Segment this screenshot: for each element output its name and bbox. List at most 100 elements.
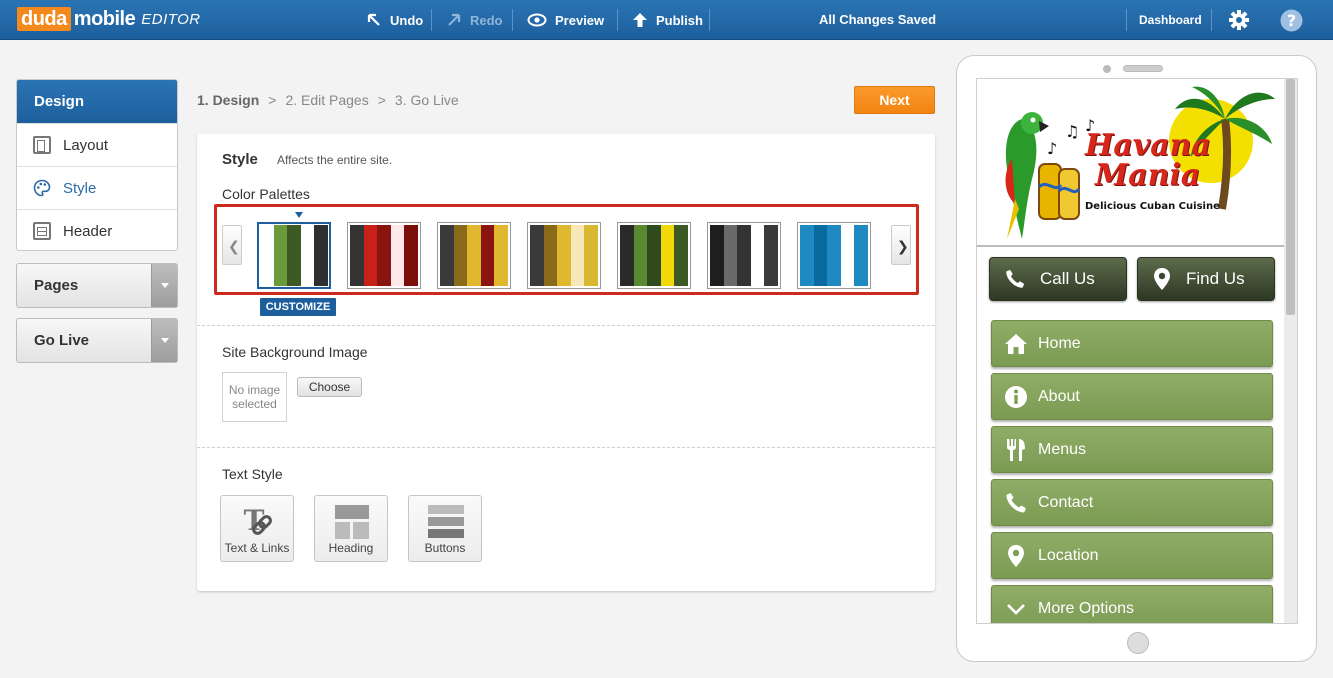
color-palette-swatch[interactable] [797, 222, 871, 289]
header-icon [33, 222, 51, 240]
design-panel: Design Layout Style Header [16, 79, 178, 251]
nav-location[interactable]: Location [991, 532, 1273, 579]
carousel-next-button[interactable]: ❯ [891, 225, 911, 265]
palette-color-stripe [300, 225, 315, 286]
redo-label: Redo [470, 12, 503, 28]
next-button[interactable]: Next [854, 86, 935, 114]
buttons-style-button[interactable]: Buttons [408, 495, 482, 562]
nav-label: About [1038, 387, 1080, 405]
publish-button[interactable]: Publish [632, 0, 703, 40]
map-pin-icon [1008, 544, 1024, 567]
palette-color-stripe [557, 225, 571, 286]
color-palette-swatch[interactable] [437, 222, 511, 289]
sidebar-item-label: Style [63, 179, 97, 197]
palette-color-stripe [377, 225, 391, 286]
call-us-label: Call Us [1040, 269, 1095, 288]
sidebar-item-style[interactable]: Style [17, 166, 177, 209]
sidebar-item-label: Layout [63, 136, 109, 154]
mobile-preview-device: ♪ ♫ ♪ Havana Mania Delicious Cuban Cuisi… [956, 55, 1317, 662]
toolbar-divider [1211, 9, 1212, 31]
find-us-button[interactable]: Find Us [1137, 257, 1275, 301]
publish-label: Publish [656, 12, 703, 28]
heading-style-button[interactable]: Heading [314, 495, 388, 562]
palette-color-stripe [273, 225, 288, 286]
color-palette-swatch[interactable] [617, 222, 691, 289]
sidebar-item-layout[interactable]: Layout [17, 123, 177, 166]
palette-color-stripe [453, 225, 468, 286]
palette-color-stripe [840, 225, 855, 286]
nav-label: Contact [1038, 493, 1094, 511]
mobile-preview-screen[interactable]: ♪ ♫ ♪ Havana Mania Delicious Cuban Cuisi… [976, 78, 1298, 624]
palette-color-stripe [404, 225, 418, 286]
breadcrumb: 1. Design > 2. Edit Pages > 3. Go Live [197, 92, 459, 108]
nav-more-options[interactable]: More Options [991, 585, 1273, 623]
palette-color-stripe [350, 225, 364, 286]
chevron-down-icon[interactable] [151, 264, 177, 307]
preview-scrollbar[interactable] [1284, 79, 1297, 623]
preview-button[interactable]: Preview [527, 0, 604, 40]
customize-button[interactable]: CUSTOMIZE [260, 298, 336, 316]
device-speaker [1123, 65, 1163, 72]
color-palette-swatch[interactable] [707, 222, 781, 289]
section-divider [197, 325, 935, 326]
button-label: Heading [328, 541, 374, 555]
nav-label: More Options [1038, 599, 1135, 617]
settings-button[interactable] [1228, 0, 1250, 40]
step-go-live[interactable]: 3. Go Live [395, 92, 459, 108]
golive-label: Go Live [34, 332, 90, 349]
chevron-down-icon[interactable] [151, 319, 177, 362]
nav-home[interactable]: Home [991, 320, 1273, 367]
palette-icon [33, 179, 51, 197]
logo-editor: EDITOR [141, 10, 201, 28]
palette-color-stripe [314, 225, 328, 286]
undo-button[interactable]: Undo [366, 0, 423, 40]
section-subtitle: Affects the entire site. [277, 153, 393, 167]
color-palette-swatch[interactable] [527, 222, 601, 289]
sidebar-item-header[interactable]: Header [17, 209, 177, 250]
conga-drums-icon [1037, 163, 1081, 220]
palette-color-stripe [494, 225, 508, 286]
buttons-stack-icon [428, 505, 464, 538]
nav-menus[interactable]: Menus [991, 426, 1273, 473]
toolbar-divider [1126, 9, 1127, 31]
palette-color-stripe [480, 225, 495, 286]
carousel-prev-button[interactable]: ❮ [222, 225, 242, 265]
heading-layout-icon [335, 505, 369, 539]
sidebar-item-label: Header [63, 222, 113, 240]
nav-contact[interactable]: Contact [991, 479, 1273, 526]
eye-icon [527, 13, 547, 27]
save-status: All Changes Saved [819, 12, 937, 27]
dashboard-link[interactable]: Dashboard [1139, 0, 1202, 40]
logo-mobile: mobile [73, 7, 136, 30]
svg-text:♪: ♪ [1047, 139, 1057, 158]
chevron-down-icon [1007, 603, 1025, 615]
undo-arrow-icon [367, 13, 380, 26]
selected-indicator-icon [295, 212, 303, 218]
help-button[interactable]: ? [1280, 0, 1303, 40]
bg-image-label: Site Background Image [222, 344, 368, 360]
scrollbar-thumb[interactable] [1286, 79, 1295, 315]
palette-color-stripe [260, 225, 274, 286]
call-us-button[interactable]: Call Us [989, 257, 1127, 301]
dashboard-label: Dashboard [1139, 13, 1202, 27]
step-design[interactable]: 1. Design [197, 92, 259, 108]
toolbar-divider [512, 9, 513, 31]
color-palette-swatch[interactable] [347, 222, 421, 289]
step-edit-pages[interactable]: 2. Edit Pages [285, 92, 368, 108]
device-home-button [1127, 632, 1149, 654]
site-header-logo[interactable]: ♪ ♫ ♪ Havana Mania Delicious Cuban Cuisi… [977, 79, 1286, 247]
text-links-style-button[interactable]: T Text & Links [220, 495, 294, 562]
choose-image-button[interactable]: Choose [297, 377, 362, 397]
palette-color-stripe [467, 225, 481, 286]
redo-arrow-icon [448, 13, 461, 26]
redo-button[interactable]: Redo [446, 0, 503, 40]
nav-label: Home [1038, 334, 1081, 352]
design-panel-title[interactable]: Design [17, 80, 177, 123]
palette-color-stripe [660, 225, 675, 286]
pages-dropdown[interactable]: Pages [16, 263, 178, 308]
phone-icon [1006, 269, 1025, 288]
golive-dropdown[interactable]: Go Live [16, 318, 178, 363]
style-card: Style Affects the entire site. Color Pal… [197, 134, 935, 591]
nav-about[interactable]: About [991, 373, 1273, 420]
color-palette-swatch[interactable] [257, 222, 331, 289]
